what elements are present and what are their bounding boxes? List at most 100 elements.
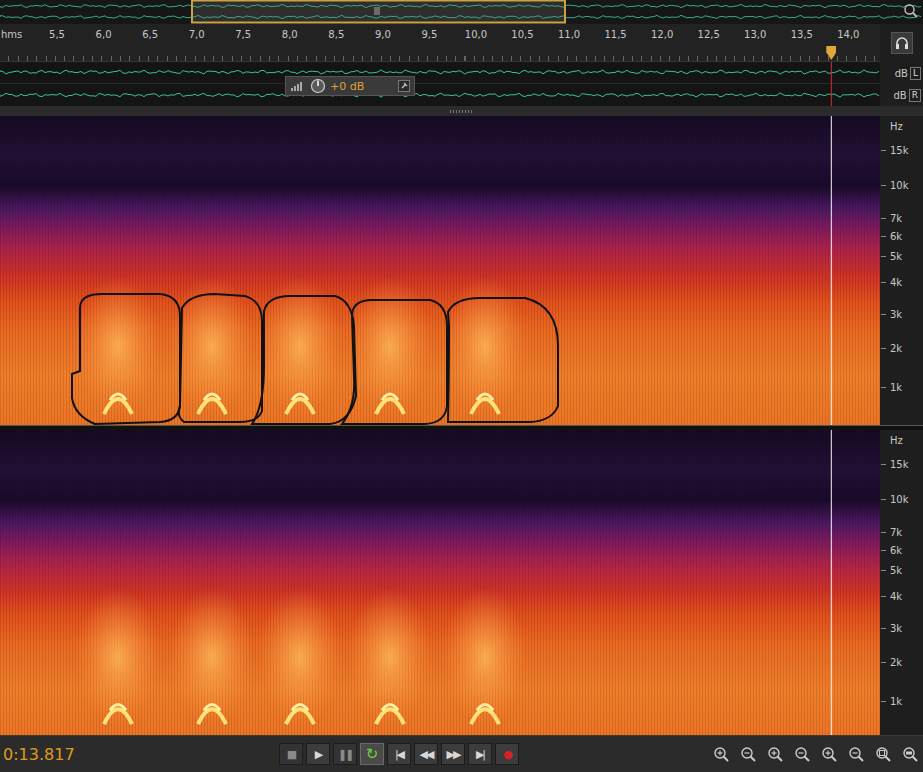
overview-strip[interactable] xyxy=(0,0,923,24)
zoom-controls xyxy=(712,745,923,763)
transport-button[interactable]: ◀◀ xyxy=(414,743,438,765)
transport-button[interactable]: |◀ xyxy=(387,743,411,765)
tick-mark xyxy=(881,701,886,702)
tick-mark xyxy=(881,550,886,551)
tick-mark xyxy=(881,387,886,388)
ruler-tick: 7,0 xyxy=(189,29,205,40)
syllable xyxy=(348,276,432,416)
transport-button[interactable]: ● xyxy=(495,743,519,765)
zoom-icon[interactable] xyxy=(712,745,730,763)
panel-divider[interactable] xyxy=(0,106,923,116)
zoom-icon[interactable] xyxy=(847,745,865,763)
transport-button[interactable]: ▶| xyxy=(468,743,492,765)
db-label: dB xyxy=(895,68,908,79)
ruler-track[interactable]: hms5,56,06,57,07,58,08,59,09,510,010,511… xyxy=(0,24,880,62)
spectrogram[interactable] xyxy=(0,116,880,425)
frequency-tick: 2k xyxy=(890,657,902,668)
gain-hud[interactable]: +0 dB xyxy=(285,76,415,96)
syllable xyxy=(170,588,254,726)
overview-zoom[interactable] xyxy=(903,3,919,19)
ruler-unit: hms xyxy=(1,29,22,40)
frequency-tick: 10k xyxy=(890,180,909,191)
ruler-tick: 8,0 xyxy=(282,29,298,40)
frequency-tick: 4k xyxy=(890,277,902,288)
gain-value[interactable]: +0 dB xyxy=(330,80,364,93)
frequency-tick: 6k xyxy=(890,231,902,242)
frequency-tick: 10k xyxy=(890,494,909,505)
transport-button[interactable]: ■ xyxy=(279,743,303,765)
annotation-outline xyxy=(342,300,447,424)
syllable xyxy=(170,276,254,416)
waveform-scale: dBLdBR xyxy=(880,62,923,106)
frequency-tick: 3k xyxy=(890,623,902,634)
zoom-icon[interactable] xyxy=(901,745,919,763)
frequency-tick: 5k xyxy=(890,565,902,576)
channel-scale: dBL xyxy=(880,67,923,80)
spectrogram-overlay xyxy=(0,430,880,735)
tick-mark xyxy=(881,570,886,571)
tick-mark xyxy=(881,532,886,533)
monitor-button[interactable] xyxy=(891,32,913,54)
level-bars-icon xyxy=(290,80,306,92)
pin-icon[interactable] xyxy=(398,80,410,92)
zoom-icon[interactable] xyxy=(874,745,892,763)
db-label: dB xyxy=(894,90,907,101)
ruler-tick: 11,5 xyxy=(604,29,626,40)
frequency-tick: 2k xyxy=(890,343,902,354)
zoom-icon[interactable] xyxy=(793,745,811,763)
frequency-tick: 6k xyxy=(890,545,902,556)
syllable xyxy=(348,588,432,726)
zoom-icon[interactable] xyxy=(766,745,784,763)
syllable xyxy=(258,588,342,726)
frequency-tick: 4k xyxy=(890,591,902,602)
current-time[interactable]: 0:13.817 xyxy=(0,745,193,764)
time-ruler[interactable]: hms5,56,06,57,07,58,08,59,09,510,010,511… xyxy=(0,24,923,62)
ruler-tick: 10,5 xyxy=(511,29,533,40)
gain-knob-icon[interactable] xyxy=(310,78,326,94)
ruler-tick: 10,0 xyxy=(465,29,487,40)
transport-button[interactable]: ▶▶ xyxy=(441,743,465,765)
syllable xyxy=(76,588,160,726)
annotation-outline xyxy=(179,294,262,422)
ruler-tick: 7,5 xyxy=(235,29,251,40)
zoom-icon[interactable] xyxy=(820,745,838,763)
frequency-tick: 7k xyxy=(890,213,902,224)
audio-editor: hms5,56,06,57,07,58,08,59,09,510,010,511… xyxy=(0,0,923,772)
frequency-tick: 5k xyxy=(890,251,902,262)
divider-grip[interactable] xyxy=(450,110,474,113)
ruler-tick: 11,0 xyxy=(558,29,580,40)
overview-waveform xyxy=(0,0,923,24)
waveform-view[interactable]: +0 dB xyxy=(0,62,880,106)
ruler-tick: 12,0 xyxy=(651,29,673,40)
axis-unit: Hz xyxy=(890,435,903,446)
ruler-tick: 14,0 xyxy=(837,29,859,40)
transport-button[interactable]: ▶ xyxy=(306,743,330,765)
transport-button[interactable]: ❚❚ xyxy=(333,743,357,765)
spectrogram-overlay xyxy=(0,116,880,425)
tick-mark xyxy=(881,282,886,283)
transport-controls: ■▶❚❚↻|◀◀◀▶▶▶|● xyxy=(279,743,519,765)
ruler-minor-ticks xyxy=(0,56,880,61)
frequency-tick: 1k xyxy=(890,696,902,707)
spectrogram[interactable] xyxy=(0,430,880,735)
annotations xyxy=(72,294,558,424)
tick-mark xyxy=(881,314,886,315)
tick-mark xyxy=(881,596,886,597)
ruler-tick: 6,0 xyxy=(96,29,112,40)
channel-toggle[interactable]: R xyxy=(909,89,921,102)
tick-mark xyxy=(881,499,886,500)
transport-bar: 0:13.817 ■▶❚❚↻|◀◀◀▶▶▶|● xyxy=(0,735,923,772)
ruler-tick: 8,5 xyxy=(328,29,344,40)
annotation-outline xyxy=(252,296,356,424)
ruler-tick: 6,5 xyxy=(142,29,158,40)
zoom-icon[interactable] xyxy=(739,745,757,763)
channel-toggle[interactable]: L xyxy=(910,67,921,80)
frequency-tick: 1k xyxy=(890,382,902,393)
transport-button[interactable]: ↻ xyxy=(360,743,384,765)
zoom-icon[interactable] xyxy=(903,3,919,19)
annotation-outline xyxy=(72,294,180,424)
tick-mark xyxy=(881,628,886,629)
frequency-axis: Hz15k10k7k6k5k4k3k2k1k xyxy=(880,116,923,425)
axis-unit: Hz xyxy=(890,121,903,132)
tick-mark xyxy=(881,662,886,663)
